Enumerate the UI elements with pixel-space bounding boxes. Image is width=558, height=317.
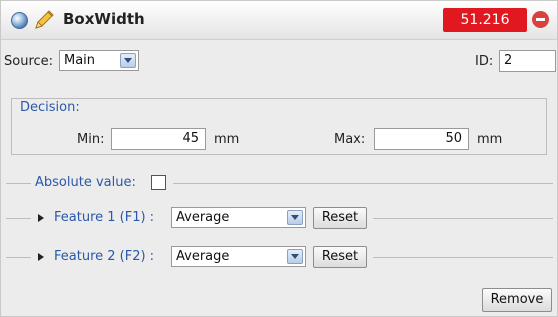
chevron-down-icon[interactable] xyxy=(120,53,136,68)
feature-2-reset-button[interactable]: Reset xyxy=(313,246,367,268)
divider xyxy=(373,218,553,219)
divider xyxy=(373,257,553,258)
id-input[interactable]: 2 xyxy=(499,50,556,72)
max-label: Max: xyxy=(334,132,366,147)
id-input-value: 2 xyxy=(504,53,513,68)
expand-triangle-icon[interactable] xyxy=(38,253,44,261)
source-label: Source: xyxy=(4,54,54,69)
measurement-value-badge: 51.216 xyxy=(443,8,527,32)
panel-title: BoxWidth xyxy=(63,10,145,28)
min-input-value: 45 xyxy=(182,131,199,146)
decision-legend: Decision: xyxy=(17,100,83,115)
panel-header: BoxWidth 51.216 xyxy=(1,1,557,40)
feature-2-select-value: Average xyxy=(176,249,230,264)
divider xyxy=(173,183,553,184)
feature-1-select[interactable]: Average xyxy=(171,207,306,228)
feature-1-label[interactable]: Feature 1 (F1) : xyxy=(54,210,154,225)
expand-triangle-icon[interactable] xyxy=(38,214,44,222)
pencil-icon[interactable] xyxy=(33,9,55,31)
chevron-down-icon[interactable] xyxy=(287,210,303,225)
max-input[interactable]: 50 xyxy=(374,128,469,150)
min-label: Min: xyxy=(77,132,105,147)
feature-2-label[interactable]: Feature 2 (F2) : xyxy=(54,249,154,264)
feature-1-select-value: Average xyxy=(176,210,230,225)
chevron-down-icon[interactable] xyxy=(287,249,303,264)
minus-circle-icon[interactable] xyxy=(532,11,549,28)
feature-1-reset-button[interactable]: Reset xyxy=(313,207,367,229)
source-select-value: Main xyxy=(64,53,96,68)
boxwidth-panel: BoxWidth 51.216 Source: Main ID: 2 Decis… xyxy=(0,0,558,317)
absolute-value-label: Absolute value: xyxy=(35,175,136,190)
max-unit: mm xyxy=(477,132,503,147)
divider xyxy=(6,183,31,184)
remove-button[interactable]: Remove xyxy=(482,288,552,312)
blue-dot-icon[interactable] xyxy=(11,12,28,29)
divider xyxy=(6,257,31,258)
divider xyxy=(6,218,31,219)
source-select[interactable]: Main xyxy=(59,50,139,71)
min-unit: mm xyxy=(214,132,240,147)
absolute-value-checkbox[interactable] xyxy=(151,175,166,190)
feature-2-select[interactable]: Average xyxy=(171,246,306,267)
id-label: ID: xyxy=(475,54,494,69)
min-input[interactable]: 45 xyxy=(111,128,206,150)
max-input-value: 50 xyxy=(445,131,462,146)
